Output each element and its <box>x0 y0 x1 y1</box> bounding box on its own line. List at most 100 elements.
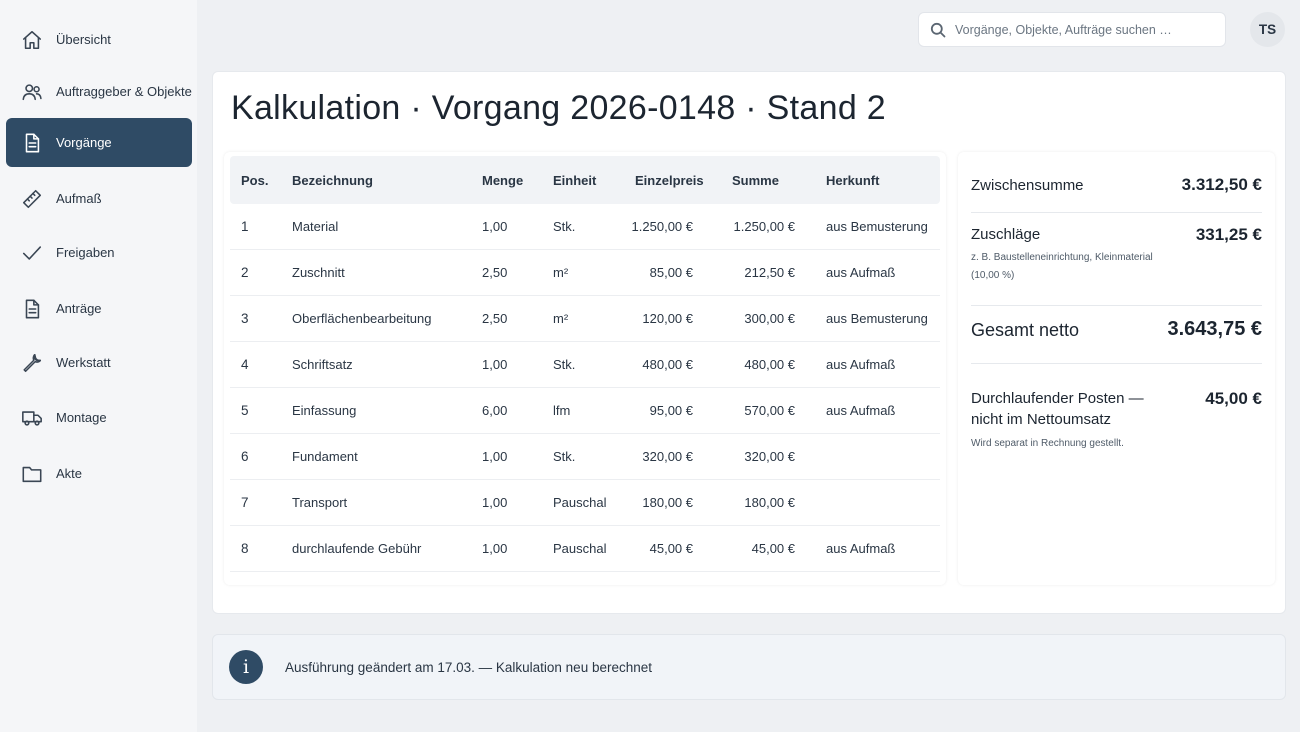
divider <box>971 212 1262 213</box>
subtotal-label: Zwischensumme <box>971 177 1084 194</box>
sidebar-item-label: Übersicht <box>56 32 111 47</box>
document-icon <box>21 132 43 154</box>
surcharges-label: Zuschläge <box>971 226 1041 243</box>
cell-einheit: Stk. <box>553 449 576 464</box>
column-header-summe: Summe <box>732 173 779 188</box>
cell-menge: 2,50 <box>482 311 508 326</box>
sidebar-item-auftraggeber[interactable]: Auftraggeber & Objekte <box>6 67 192 116</box>
cell-bezeichnung: Schriftsatz <box>292 357 353 372</box>
cell-menge: 6,00 <box>482 403 508 418</box>
table-header: Pos. Bezeichnung Menge Einheit Einzelpre… <box>230 156 940 204</box>
cell-pos: 1 <box>241 219 249 234</box>
search-input[interactable] <box>955 22 1225 37</box>
cell-einheit: m² <box>553 311 569 326</box>
pass-through-value: 45,00 € <box>1205 389 1262 408</box>
sidebar-item-label: Akte <box>56 466 83 481</box>
cell-summe: 180,00 € <box>744 495 795 510</box>
calculation-card: Kalkulation · Vorgang 2026-0148 · Stand … <box>212 71 1286 614</box>
wrench-icon <box>21 352 43 374</box>
sidebar-item-label: Montage <box>56 410 107 425</box>
cell-herkunft: aus Aufmaß <box>826 541 896 556</box>
cell-einzelpreis: 480,00 € <box>642 357 693 372</box>
surcharges-percent: (10,00 %) <box>971 270 1015 281</box>
surcharges-note: z. B. Baustelleneinrichtung, Kleinmateri… <box>971 252 1153 263</box>
home-icon <box>21 29 43 51</box>
cell-bezeichnung: Fundament <box>292 449 358 464</box>
cell-einheit: Pauschal <box>553 541 607 556</box>
cell-herkunft: aus Aufmaß <box>826 357 896 372</box>
cell-herkunft: aus Aufmaß <box>826 265 896 280</box>
cell-pos: 4 <box>241 357 249 372</box>
cell-einzelpreis: 1.250,00 € <box>631 219 693 234</box>
cell-pos: 5 <box>241 403 249 418</box>
pass-through-label-line2: nicht im Nettoumsatz <box>971 411 1112 428</box>
column-header-menge: Menge <box>482 173 524 188</box>
cell-einheit: Stk. <box>553 219 576 234</box>
table-row[interactable]: 2 Zuschnitt 2,50 m² 85,00 € 212,50 € aus Aufma… <box>230 250 940 296</box>
sidebar-item-aufmass[interactable]: Aufmaß <box>6 174 192 223</box>
cell-menge: 1,00 <box>482 495 508 510</box>
cell-einzelpreis: 320,00 € <box>642 449 693 464</box>
document-icon <box>21 298 43 320</box>
sidebar-item-uebersicht[interactable]: Übersicht <box>6 15 192 64</box>
pass-through-label-line1: Durchlaufender Posten — <box>971 390 1144 407</box>
table-row[interactable]: 4 Schriftsatz 1,00 Stk. 480,00 € 480,00 € aus … <box>230 342 940 388</box>
column-header-bezeichnung: Bezeichnung <box>292 173 373 188</box>
cell-summe: 1.250,00 € <box>733 219 795 234</box>
sidebar-item-werkstatt[interactable]: Werkstatt <box>6 338 192 387</box>
cell-herkunft: aus Aufmaß <box>826 403 896 418</box>
sidebar-item-label: Aufmaß <box>56 191 102 206</box>
cell-pos: 7 <box>241 495 249 510</box>
sidebar-item-label: Werkstatt <box>56 355 111 370</box>
cell-bezeichnung: Einfassung <box>292 403 357 418</box>
divider <box>971 305 1262 306</box>
cell-bezeichnung: Zuschnitt <box>292 265 345 280</box>
cell-summe: 480,00 € <box>744 357 795 372</box>
cell-pos: 2 <box>241 265 249 280</box>
info-icon: i <box>229 650 263 684</box>
cell-einheit: lfm <box>553 403 571 418</box>
calculation-table: Pos. Bezeichnung Menge Einheit Einzelpre… <box>224 152 946 585</box>
table-row[interactable]: 1 Material 1,00 Stk. 1.250,00 € 1.250,00 € aus… <box>230 204 940 250</box>
sidebar-item-montage[interactable]: Montage <box>6 393 192 442</box>
cell-summe: 320,00 € <box>744 449 795 464</box>
cell-bezeichnung: Transport <box>292 495 348 510</box>
summary-panel: Zwischensumme 3.312,50 € Zuschläge 331,2… <box>958 152 1275 585</box>
cell-menge: 1,00 <box>482 449 508 464</box>
table-row[interactable]: 3 Oberflächenbearbeitung 2,50 m² 120,00 € 300… <box>230 296 940 342</box>
surcharges-value: 331,25 € <box>1195 225 1262 244</box>
table-row[interactable]: 8 durchlaufende Gebühr 1,00 Pauschal 45,00 €… <box>230 526 940 572</box>
table-row[interactable]: 7 Transport 1,00 Pauschal 180,00 € 180,00 € <box>230 480 940 526</box>
cell-menge: 1,00 <box>482 219 508 234</box>
cell-menge: 1,00 <box>482 541 508 556</box>
column-header-pos: Pos. <box>241 173 269 188</box>
cell-pos: 3 <box>241 311 249 326</box>
cell-summe: 212,50 € <box>744 265 795 280</box>
total-net-value: 3.643,75 € <box>1167 318 1262 340</box>
cell-einheit: Pauschal <box>553 495 607 510</box>
table-row[interactable]: 5 Einfassung 6,00 lfm 95,00 € 570,00 € aus Auf… <box>230 388 940 434</box>
sidebar-item-vorgaenge[interactable]: Vorgänge <box>6 118 192 167</box>
cell-herkunft: aus Bemusterung <box>826 311 928 326</box>
table-row[interactable]: 6 Fundament 1,00 Stk. 320,00 € 320,00 € <box>230 434 940 480</box>
cell-menge: 2,50 <box>482 265 508 280</box>
truck-icon <box>21 407 43 429</box>
sidebar-item-akte[interactable]: Akte <box>6 449 192 498</box>
sidebar: Übersicht Auftraggeber & Objekte Vorgäng… <box>0 0 197 732</box>
cell-einzelpreis: 120,00 € <box>642 311 693 326</box>
pass-through-note: Wird separat in Rechnung gestellt. <box>971 438 1124 449</box>
folder-icon <box>21 463 43 485</box>
sidebar-item-antraege[interactable]: Anträge <box>6 284 192 333</box>
sidebar-item-label: Anträge <box>56 301 102 316</box>
total-net-label: Gesamt netto <box>971 320 1080 340</box>
cell-bezeichnung: durchlaufende Gebühr <box>292 541 422 556</box>
ruler-icon <box>21 188 43 210</box>
cell-einzelpreis: 45,00 € <box>649 541 693 556</box>
avatar[interactable]: TS <box>1250 12 1285 47</box>
cell-pos: 6 <box>241 449 249 464</box>
sidebar-item-freigaben[interactable]: Freigaben <box>6 228 192 277</box>
column-header-einzelpreis: Einzelpreis <box>635 173 704 188</box>
column-header-einheit: Einheit <box>553 173 597 188</box>
cell-pos: 8 <box>241 541 249 556</box>
info-text: Ausführung geändert am 17.03. — Kalkulat… <box>285 659 652 675</box>
